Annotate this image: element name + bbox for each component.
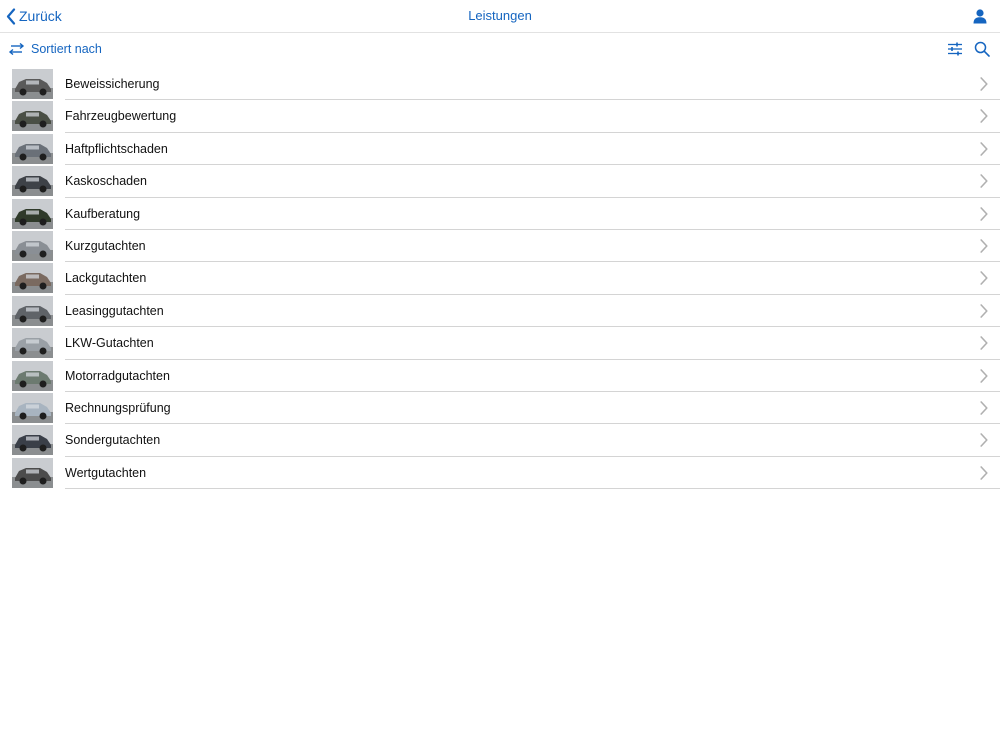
list-item[interactable]: Lackgutachten: [0, 262, 1000, 295]
list-item[interactable]: Wertgutachten: [0, 457, 1000, 490]
list-item[interactable]: Fahrzeugbewertung: [0, 100, 1000, 133]
person-icon: [973, 9, 987, 24]
car-thumbnail: [12, 263, 53, 294]
row-divider: [65, 488, 1000, 490]
chevron-right-icon: [980, 206, 988, 221]
car-thumbnail: [12, 101, 53, 132]
car-thumbnail: [12, 328, 53, 359]
car-thumbnail: [12, 295, 53, 326]
list-item-label: Motorradgutachten: [65, 368, 170, 383]
list-item[interactable]: Haftpflichtschaden: [0, 133, 1000, 166]
navigation-bar: Zurück Leistungen: [0, 0, 1000, 33]
list-item-label: Beweissicherung: [65, 77, 160, 91]
chevron-right-icon: [980, 77, 988, 91]
filter-button[interactable]: [947, 41, 963, 57]
chevron-right-icon: [980, 465, 988, 480]
chevron-right-icon: [980, 174, 988, 188]
services-list: Beweissicherung Fahrzeugbewertung Haftpfli…: [0, 68, 1000, 490]
car-thumbnail: [12, 69, 53, 99]
list-item[interactable]: Kurzgutachten: [0, 230, 1000, 263]
list-item[interactable]: Rechnungsprüfung: [0, 392, 1000, 425]
page-title: Leistungen: [468, 8, 532, 23]
sliders-icon: [948, 42, 962, 56]
car-thumbnail: [12, 230, 53, 261]
list-item-label: LKW-Gutachten: [65, 336, 154, 351]
chevron-right-icon: [980, 368, 988, 383]
car-thumbnail: [12, 133, 53, 164]
chevron-right-icon: [980, 303, 988, 318]
list-item-label: Kaskoschaden: [65, 174, 148, 189]
car-thumbnail: [12, 457, 53, 488]
list-item[interactable]: Leasinggutachten: [0, 295, 1000, 328]
chevron-right-icon: [980, 239, 988, 253]
car-thumbnail: [12, 425, 53, 456]
chevron-right-icon: [980, 336, 988, 350]
chevron-right-icon: [980, 433, 988, 448]
chevron-right-icon: [980, 141, 988, 156]
car-thumbnail: [12, 360, 53, 391]
list-item[interactable]: Sondergutachten: [0, 424, 1000, 457]
car-thumbnail: [12, 198, 53, 229]
profile-button[interactable]: [972, 8, 988, 24]
chevron-right-icon: [980, 109, 988, 124]
list-item-label: Wertgutachten: [65, 465, 147, 480]
car-thumbnail: [12, 166, 53, 197]
list-item[interactable]: Motorradgutachten: [0, 360, 1000, 392]
chevron-right-icon: [980, 401, 988, 415]
list-item-label: Lackgutachten: [65, 271, 147, 286]
toolbar: Sortiert nach: [0, 33, 1000, 65]
list-item[interactable]: LKW-Gutachten: [0, 327, 1000, 360]
chevron-right-icon: [980, 271, 988, 286]
list-item-label: Haftpflichtschaden: [65, 141, 168, 156]
list-item-label: Rechnungsprüfung: [65, 400, 171, 415]
list-item[interactable]: Beweissicherung: [0, 68, 1000, 101]
swap-arrows-icon: [8, 43, 25, 55]
list-item-label: Kaufberatung: [65, 206, 141, 221]
list-item[interactable]: Kaskoschaden: [0, 165, 1000, 198]
search-button[interactable]: [974, 41, 990, 57]
list-item-label: Kurzgutachten: [65, 238, 146, 253]
list-item-label: Leasinggutachten: [65, 303, 164, 318]
list-item-label: Sondergutachten: [65, 433, 161, 448]
magnifier-icon: [974, 41, 990, 57]
sort-label: Sortiert nach: [31, 42, 102, 56]
sort-button[interactable]: Sortiert nach: [8, 39, 102, 59]
car-thumbnail: [12, 392, 53, 423]
list-item-label: Fahrzeugbewertung: [65, 109, 177, 124]
list-item[interactable]: Kaufberatung: [0, 198, 1000, 230]
